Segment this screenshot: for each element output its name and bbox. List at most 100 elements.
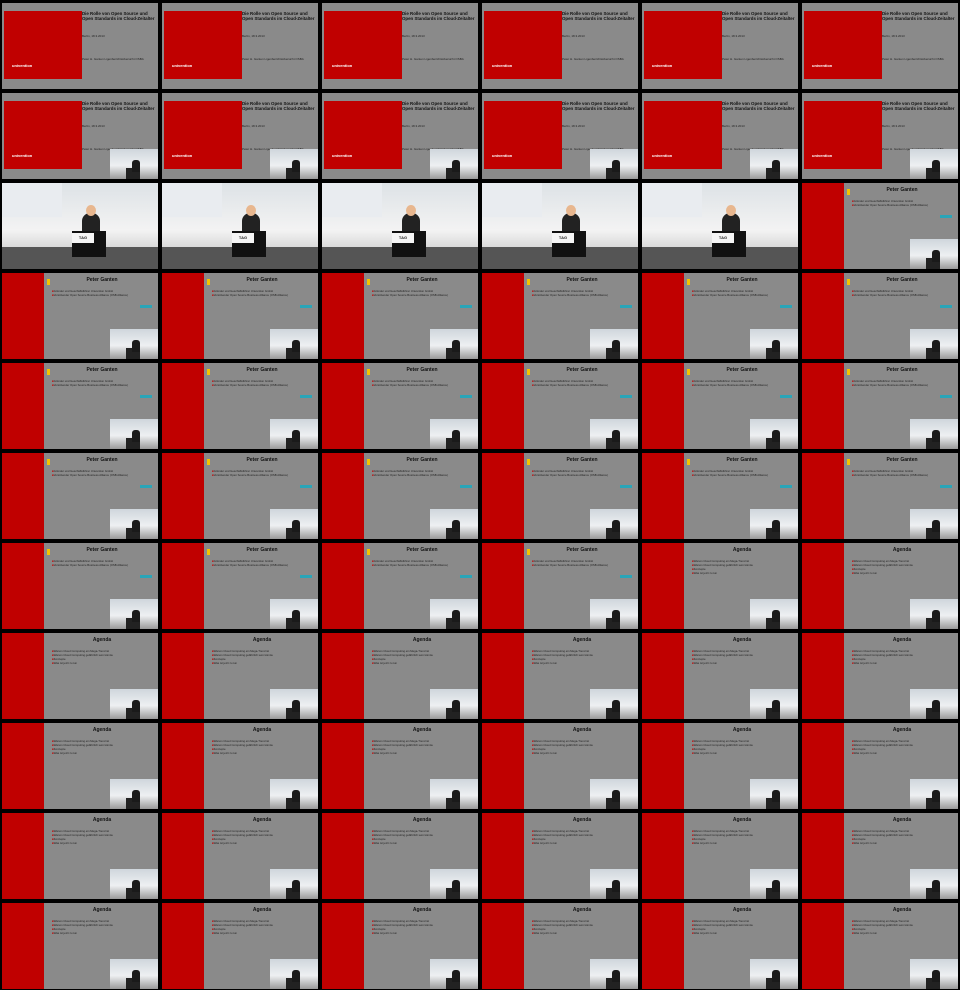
video-thumbnail[interactable]: Peter Ganten Gründer und Geschäftsführer … xyxy=(322,453,478,539)
video-thumbnail[interactable]: univention Die Rolle von Open Source und … xyxy=(322,3,478,89)
video-thumbnail[interactable]: Agenda Warum Cloud Computing ein Mega-Tre… xyxy=(322,903,478,989)
video-thumbnail[interactable]: Peter Ganten Gründer und Geschäftsführer … xyxy=(162,363,318,449)
video-thumbnail[interactable]: Peter Ganten Gründer und Geschäftsführer … xyxy=(482,273,638,359)
slide-title: Die Rolle von Open Source und Open Stand… xyxy=(882,11,955,21)
video-thumbnail[interactable]: Agenda Warum Cloud Computing ein Mega-Tre… xyxy=(802,903,958,989)
slide-bullets: Warum Cloud Computing ein Mega-Trend ist… xyxy=(852,649,956,665)
video-thumbnail[interactable]: TAG xyxy=(642,183,798,269)
video-thumbnail[interactable]: Peter Ganten Gründer und Geschäftsführer … xyxy=(482,363,638,449)
slide-bullets: Warum Cloud Computing ein Mega-Trend ist… xyxy=(372,649,476,665)
video-thumbnail[interactable]: Peter Ganten Gründer und Geschäftsführer … xyxy=(2,453,158,539)
slide-heading: Peter Ganten xyxy=(566,547,598,553)
slide-heading: Agenda xyxy=(892,907,912,913)
video-thumbnail[interactable]: univention Die Rolle von Open Source und … xyxy=(162,93,318,179)
video-thumbnail[interactable]: Peter Ganten Gründer und Geschäftsführer … xyxy=(162,453,318,539)
brand-mark xyxy=(140,395,152,398)
video-thumbnail[interactable]: Agenda Warum Cloud Computing ein Mega-Tre… xyxy=(322,813,478,899)
video-thumbnail[interactable]: univention Die Rolle von Open Source und … xyxy=(322,93,478,179)
video-thumbnail[interactable]: Peter Ganten Gründer und Geschäftsführer … xyxy=(322,363,478,449)
slide-bullets: Gründer und Geschäftsführer Univention G… xyxy=(692,379,796,387)
slide-heading: Peter Ganten xyxy=(566,367,598,373)
video-thumbnail[interactable]: Peter Ganten Gründer und Geschäftsführer … xyxy=(642,363,798,449)
video-thumbnail[interactable]: univention Die Rolle von Open Source und … xyxy=(642,3,798,89)
video-thumbnail[interactable]: univention Die Rolle von Open Source und … xyxy=(642,93,798,179)
video-thumbnail[interactable]: Agenda Warum Cloud Computing ein Mega-Tre… xyxy=(322,633,478,719)
video-thumbnail[interactable]: Agenda Warum Cloud Computing ein Mega-Tre… xyxy=(162,813,318,899)
speaker-video-inset xyxy=(430,689,478,719)
video-thumbnail[interactable]: Peter Ganten Gründer und Geschäftsführer … xyxy=(322,273,478,359)
bullet-item: Vorsitzender Open Source Business Allian… xyxy=(372,473,476,477)
video-thumbnail[interactable]: Peter Ganten Gründer und Geschäftsführer … xyxy=(802,453,958,539)
slide-author: Peter H. Ganten Ligenberichtsübersicht O… xyxy=(562,57,624,61)
video-thumbnail[interactable]: Agenda Warum Cloud Computing ein Mega-Tre… xyxy=(802,813,958,899)
video-thumbnail[interactable]: Peter Ganten Gründer und Geschäftsführer … xyxy=(2,273,158,359)
video-thumbnail[interactable]: Agenda Warum Cloud Computing ein Mega-Tre… xyxy=(482,813,638,899)
video-thumbnail[interactable]: Peter Ganten Gründer und Geschäftsführer … xyxy=(2,543,158,629)
slide-heading: Peter Ganten xyxy=(86,367,118,373)
video-thumbnail[interactable]: Agenda Warum Cloud Computing ein Mega-Tre… xyxy=(642,543,798,629)
speaker-figure xyxy=(612,430,620,442)
projection-screen xyxy=(322,183,382,217)
slide-heading: Agenda xyxy=(412,637,432,643)
speaker-figure xyxy=(292,880,300,892)
video-thumbnail[interactable]: Peter Ganten Gründer und Geschäftsführer … xyxy=(802,183,958,269)
video-thumbnail[interactable]: Peter Ganten Gründer und Geschäftsführer … xyxy=(162,543,318,629)
video-thumbnail[interactable]: TAG xyxy=(2,183,158,269)
red-panel xyxy=(802,453,844,539)
video-thumbnail[interactable]: univention Die Rolle von Open Source und … xyxy=(482,93,638,179)
slide-date: Berlin, 18.3.2013 xyxy=(82,34,105,38)
univention-logo: univention xyxy=(492,63,513,68)
video-thumbnail[interactable]: Peter Ganten Gründer und Geschäftsführer … xyxy=(322,543,478,629)
video-thumbnail[interactable]: Peter Ganten Gründer und Geschäftsführer … xyxy=(802,273,958,359)
video-thumbnail[interactable]: Peter Ganten Gründer und Geschäftsführer … xyxy=(162,273,318,359)
video-thumbnail[interactable]: Agenda Warum Cloud Computing ein Mega-Tre… xyxy=(642,813,798,899)
video-thumbnail[interactable]: Agenda Warum Cloud Computing ein Mega-Tre… xyxy=(802,543,958,629)
video-thumbnail[interactable]: Agenda Warum Cloud Computing ein Mega-Tre… xyxy=(482,633,638,719)
video-thumbnail[interactable]: univention Die Rolle von Open Source und … xyxy=(802,3,958,89)
video-thumbnail[interactable]: Agenda Warum Cloud Computing ein Mega-Tre… xyxy=(2,813,158,899)
video-thumbnail[interactable]: Agenda Warum Cloud Computing ein Mega-Tre… xyxy=(2,903,158,989)
video-thumbnail[interactable]: Agenda Warum Cloud Computing ein Mega-Tre… xyxy=(2,723,158,809)
slide-bullets: Gründer und Geschäftsführer Univention G… xyxy=(532,379,636,387)
video-thumbnail[interactable]: Peter Ganten Gründer und Geschäftsführer … xyxy=(642,453,798,539)
video-thumbnail[interactable]: TAG xyxy=(482,183,638,269)
speaker-video-inset xyxy=(590,869,638,899)
slide-title: Die Rolle von Open Source und Open Stand… xyxy=(722,101,795,111)
video-thumbnail[interactable]: Agenda Warum Cloud Computing ein Mega-Tre… xyxy=(482,903,638,989)
video-thumbnail[interactable]: Agenda Warum Cloud Computing ein Mega-Tre… xyxy=(642,903,798,989)
speaker-video-inset xyxy=(110,959,158,989)
red-panel xyxy=(162,813,204,899)
video-thumbnail[interactable]: Peter Ganten Gründer und Geschäftsführer … xyxy=(2,363,158,449)
video-thumbnail[interactable]: Peter Ganten Gründer und Geschäftsführer … xyxy=(802,363,958,449)
video-thumbnail[interactable]: Agenda Warum Cloud Computing ein Mega-Tre… xyxy=(162,903,318,989)
video-thumbnail[interactable]: univention Die Rolle von Open Source und … xyxy=(482,3,638,89)
video-thumbnail[interactable]: Agenda Warum Cloud Computing ein Mega-Tre… xyxy=(322,723,478,809)
red-panel xyxy=(804,11,882,79)
video-thumbnail[interactable]: Agenda Warum Cloud Computing ein Mega-Tre… xyxy=(642,633,798,719)
red-panel xyxy=(2,903,44,989)
video-thumbnail[interactable]: TAG xyxy=(162,183,318,269)
video-thumbnail[interactable]: univention Die Rolle von Open Source und … xyxy=(2,3,158,89)
bullet-item: Was ist jetzt zu tun xyxy=(692,661,796,665)
slide-bullets: Gründer und Geschäftsführer Univention G… xyxy=(532,559,636,567)
video-thumbnail[interactable]: Agenda Warum Cloud Computing ein Mega-Tre… xyxy=(482,723,638,809)
video-thumbnail[interactable]: Agenda Warum Cloud Computing ein Mega-Tre… xyxy=(642,723,798,809)
speaker-video-inset xyxy=(590,689,638,719)
slide-heading: Agenda xyxy=(892,637,912,643)
speaker-figure xyxy=(132,610,140,622)
video-thumbnail[interactable]: TAG xyxy=(322,183,478,269)
video-thumbnail[interactable]: Agenda Warum Cloud Computing ein Mega-Tre… xyxy=(162,723,318,809)
video-thumbnail[interactable]: univention Die Rolle von Open Source und … xyxy=(802,93,958,179)
video-thumbnail[interactable]: Agenda Warum Cloud Computing ein Mega-Tre… xyxy=(2,633,158,719)
video-thumbnail[interactable]: Peter Ganten Gründer und Geschäftsführer … xyxy=(482,543,638,629)
video-thumbnail[interactable]: Agenda Warum Cloud Computing ein Mega-Tre… xyxy=(802,723,958,809)
red-panel xyxy=(162,723,204,809)
speaker-video-inset xyxy=(750,329,798,359)
video-thumbnail[interactable]: univention Die Rolle von Open Source und … xyxy=(162,3,318,89)
video-thumbnail[interactable]: Peter Ganten Gründer und Geschäftsführer … xyxy=(482,453,638,539)
video-thumbnail[interactable]: univention Die Rolle von Open Source und … xyxy=(2,93,158,179)
video-thumbnail[interactable]: Peter Ganten Gründer und Geschäftsführer … xyxy=(642,273,798,359)
video-thumbnail[interactable]: Agenda Warum Cloud Computing ein Mega-Tre… xyxy=(802,633,958,719)
video-thumbnail[interactable]: Agenda Warum Cloud Computing ein Mega-Tre… xyxy=(162,633,318,719)
red-panel xyxy=(2,813,44,899)
